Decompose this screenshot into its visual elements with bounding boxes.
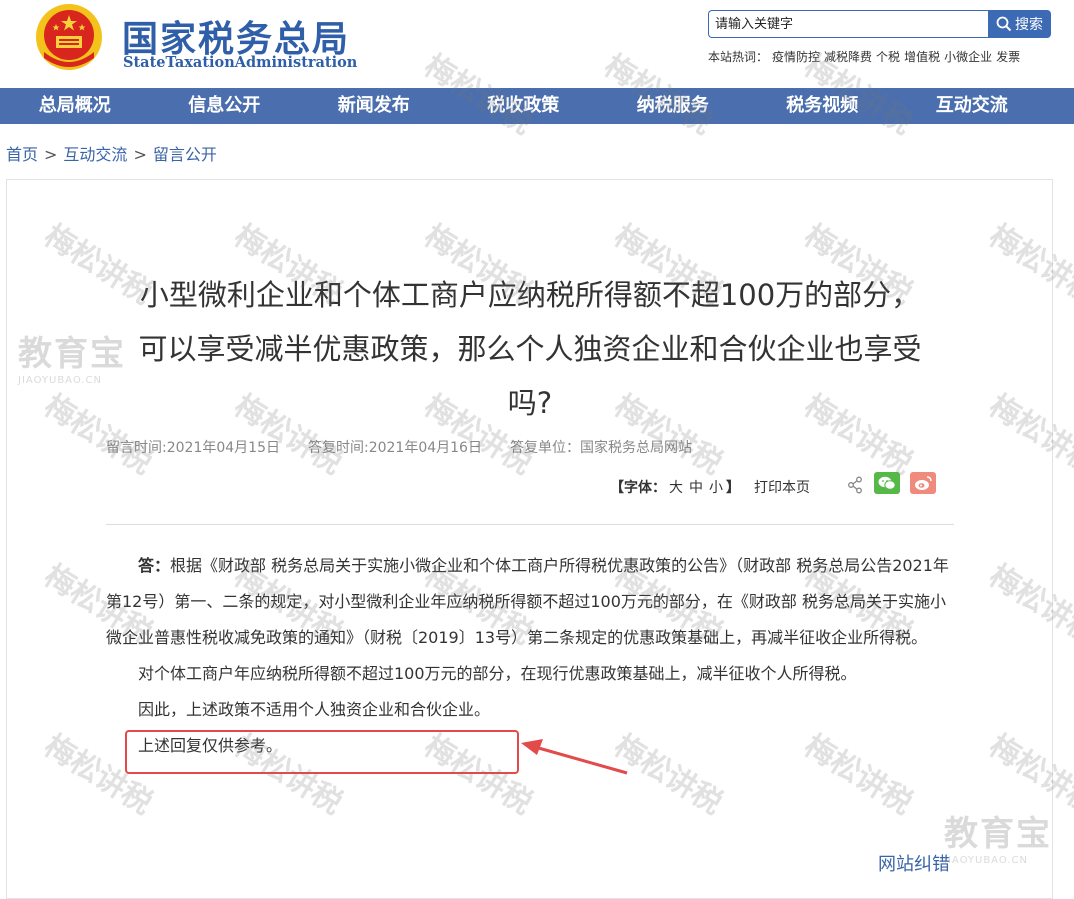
search-icon <box>996 16 1012 32</box>
answer-text: 根据《财政部 税务总局关于实施小微企业和个体工商户所得税优惠政策的公告》（财政部… <box>106 556 949 647</box>
reply-unit: 答复单位：国家税务总局网站 <box>509 440 692 456</box>
answer-paragraph: 对个体工商户年应纳税所得额不超过100万元的部分，在现行优惠政策基础上，减半征收… <box>138 664 857 683</box>
breadcrumb: 首页 > 互动交流 > 留言公开 <box>6 141 217 165</box>
hotwords-bar: 本站热词： 疫情防控 减税降费 个税 增值税 小微企业 发票 <box>708 48 1020 65</box>
national-emblem-icon <box>36 4 102 70</box>
nav-item-news[interactable]: 新闻发布 <box>299 88 449 124</box>
hotword-link[interactable]: 减税降费 <box>824 50 872 64</box>
hotword-link[interactable]: 个税 <box>876 50 900 64</box>
article-title: 小型微利企业和个体工商户应纳税所得额不超100万的部分，可以享受减半优惠政策，那… <box>138 278 922 420</box>
reply-time: 答复时间:2021年04月16日 <box>307 440 482 456</box>
breadcrumb-messages[interactable]: 留言公开 <box>153 145 217 164</box>
font-size-small[interactable]: 小 <box>709 477 723 497</box>
breadcrumb-home[interactable]: 首页 <box>6 145 38 164</box>
search-box <box>708 10 988 38</box>
breadcrumb-interaction[interactable]: 互动交流 <box>63 145 127 164</box>
nav-item-tax-policy[interactable]: 税收政策 <box>449 88 599 124</box>
nav-item-taxpayer-service[interactable]: 纳税服务 <box>598 88 748 124</box>
search-button-label: 搜索 <box>1015 17 1043 33</box>
answer-paragraph: 答：根据《财政部 税务总局关于实施小微企业和个体工商户所得税优惠政策的公告》（财… <box>106 548 954 656</box>
search-input[interactable] <box>709 11 988 37</box>
breadcrumb-separator: > <box>133 145 147 164</box>
font-size-close: 】 <box>726 480 740 496</box>
site-header: 国家税务总局 StateTaxationAdministration 搜索 本站… <box>0 0 1074 88</box>
article-meta: 留言时间:2021年04月15日 答复时间:2021年04月16日 答复单位：国家税… <box>106 437 692 457</box>
site-error-report-link[interactable]: 网站纠错 <box>878 850 950 876</box>
main-nav: 总局概况 信息公开 新闻发布 税收政策 纳税服务 税务视频 互动交流 <box>0 88 1074 124</box>
search-button[interactable]: 搜索 <box>988 10 1051 38</box>
nav-item-overview[interactable]: 总局概况 <box>0 88 150 124</box>
weibo-share-icon[interactable] <box>910 472 936 494</box>
share-icon[interactable] <box>847 476 863 494</box>
nav-item-info-disclosure[interactable]: 信息公开 <box>150 88 300 124</box>
hotword-link[interactable]: 发票 <box>996 50 1020 64</box>
ask-time: 留言时间:2021年04月15日 <box>106 440 280 456</box>
breadcrumb-separator: > <box>44 145 58 164</box>
content-divider <box>106 524 954 525</box>
nav-item-interaction[interactable]: 互动交流 <box>897 88 1047 124</box>
hotword-link[interactable]: 增值税 <box>904 50 940 64</box>
red-arrow-annotation <box>521 739 628 775</box>
hotword-link[interactable]: 疫情防控 <box>772 50 820 64</box>
hotword-link[interactable]: 小微企业 <box>944 50 992 64</box>
font-size-label: 【字体： <box>610 480 666 496</box>
nav-item-tax-video[interactable]: 税务视频 <box>748 88 898 124</box>
print-page-link[interactable]: 打印本页 <box>754 477 810 497</box>
article-tools: 【字体： 大 中 小 】 打印本页 <box>610 477 810 497</box>
answer-conclusion: 因此，上述政策不适用个人独资企业和合伙企业。 <box>138 700 491 719</box>
conclusion-highlight-box <box>125 730 519 774</box>
wechat-share-icon[interactable] <box>874 472 900 494</box>
hotwords-label: 本站热词： <box>708 50 769 64</box>
site-logo-subtitle: StateTaxationAdministration <box>123 54 358 71</box>
answer-label: 答： <box>138 556 171 575</box>
font-size-large[interactable]: 大 <box>669 477 683 497</box>
font-size-medium[interactable]: 中 <box>689 477 703 497</box>
